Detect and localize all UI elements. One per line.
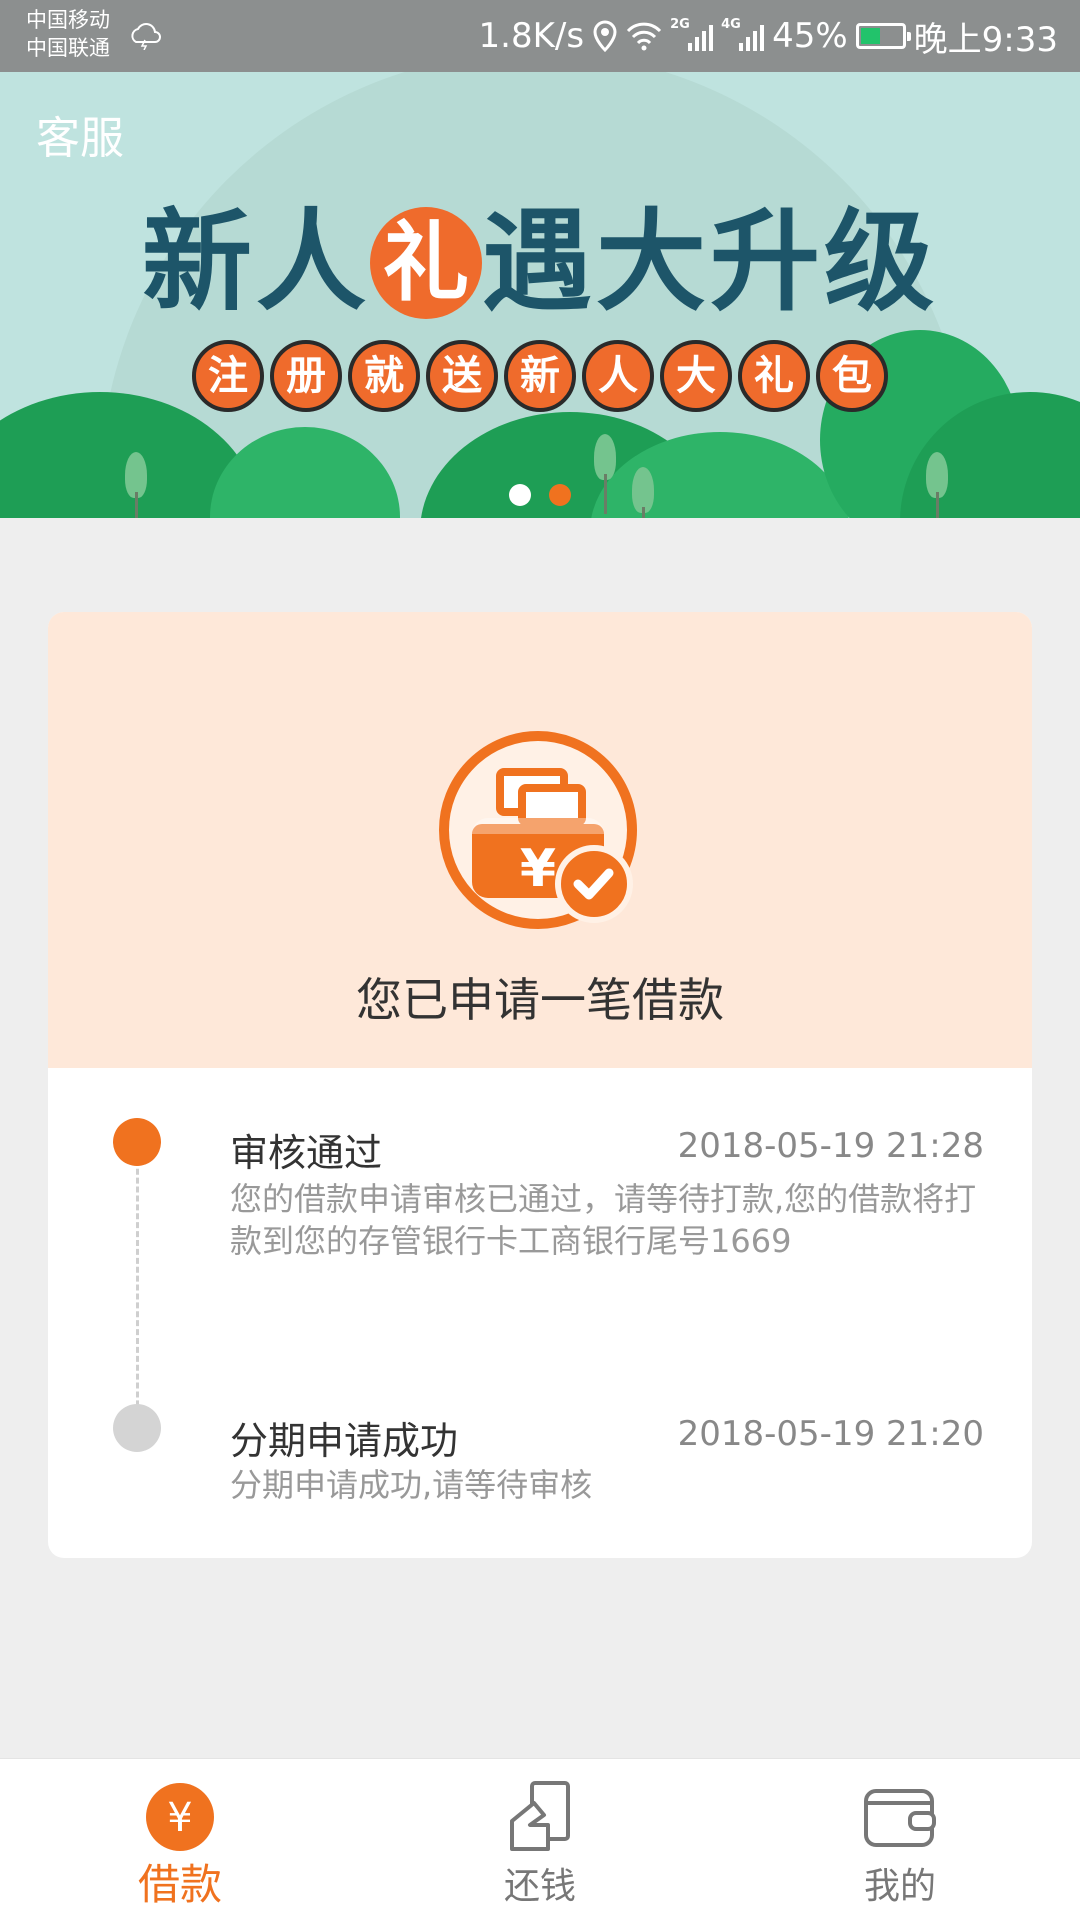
promo-char: 就 [348,340,420,412]
wifi-icon [626,22,662,51]
customer-service-link[interactable]: 客服 [36,102,124,166]
timeline-time: 2018-05-19 21:28 [677,1126,984,1166]
timeline-title: 分期申请成功 [230,1419,459,1463]
promo-subtitle: 注册就送新人大礼包 [0,340,1080,412]
promo-banner[interactable]: 客服 新人礼遇大升级 注册就送新人大礼包 [0,72,1080,518]
timeline-dot-done [113,1404,161,1452]
tab-mine[interactable]: 我的 [720,1759,1080,1921]
timeline-time: 2018-05-19 21:20 [677,1414,984,1454]
carousel-dot[interactable] [509,484,531,506]
promo-char: 包 [816,340,888,412]
wallet-icon [864,1789,936,1847]
signal-4g-tag: 4G [721,17,741,32]
yen-circle-icon: ¥ [146,1783,214,1851]
promo-char: 册 [270,340,342,412]
timeline-connector [136,1142,139,1442]
signal-2g-icon: 2G [670,17,714,51]
timeline-desc: 您的借款申请审核已通过，请等待打款,您的借款将打款到您的存管银行卡工商银行尾号1… [230,1180,977,1260]
timeline-title: 审核通过 [230,1131,383,1175]
promo-char: 大 [660,340,732,412]
promo-char: 注 [192,340,264,412]
bottom-tab-bar: ¥ 借款 还钱 我的 [0,1758,1080,1921]
promo-char: 人 [582,340,654,412]
svg-text:¥: ¥ [167,1795,192,1841]
clock: 晚上9:33 [913,19,1058,60]
banner-tree [594,434,616,514]
carrier-2: 中国联通 [26,36,110,60]
carrier-1: 中国移动 [26,8,110,32]
promo-title-part1: 新人 [142,198,370,326]
loan-approved-icon: ¥ [439,731,637,929]
timeline-dot-active [113,1118,161,1166]
promo-title: 新人礼遇大升级 [0,172,1080,332]
tab-mine-label: 我的 [863,1866,936,1907]
tab-loan[interactable]: ¥ 借款 [0,1759,360,1921]
promo-char: 礼 [738,340,810,412]
battery-icon [855,23,911,49]
promo-char: 新 [504,340,576,412]
repay-card-icon [510,1781,570,1851]
tab-loan-label: 借款 [137,1860,222,1909]
signal-2g-tag: 2G [670,17,690,32]
network-speed: 1.8K/s [478,16,585,56]
carousel-dot-active[interactable] [549,484,571,506]
timeline-desc: 分期申请成功,请等待审核 [230,1466,593,1504]
location-icon [593,20,617,52]
status-bar: 中国移动 中国联通 1.8K/s 2G 4G 45% 晚上9:33 [0,0,1080,72]
promo-title-gift-char: 礼 [370,207,482,319]
loan-status-card: ¥ 您已申请一笔借款 审核通过 2018-05-19 21:28 您的借款申请审… [48,612,1032,1558]
promo-char: 送 [426,340,498,412]
tab-repay[interactable]: 还钱 [360,1759,720,1921]
carousel-indicator [0,484,1080,506]
svg-text:¥: ¥ [520,839,556,899]
tab-repay-label: 还钱 [503,1866,576,1907]
promo-title-part2: 遇大升级 [482,198,938,326]
loan-status-header: ¥ 您已申请一笔借款 [48,612,1032,1068]
battery-percent: 45% [772,16,848,56]
carrier-info: 中国移动 中国联通 [26,6,110,62]
signal-4g-icon: 4G [721,17,765,51]
loan-applied-headline: 您已申请一笔借款 [356,973,724,1027]
weather-cloud-icon [131,23,161,50]
